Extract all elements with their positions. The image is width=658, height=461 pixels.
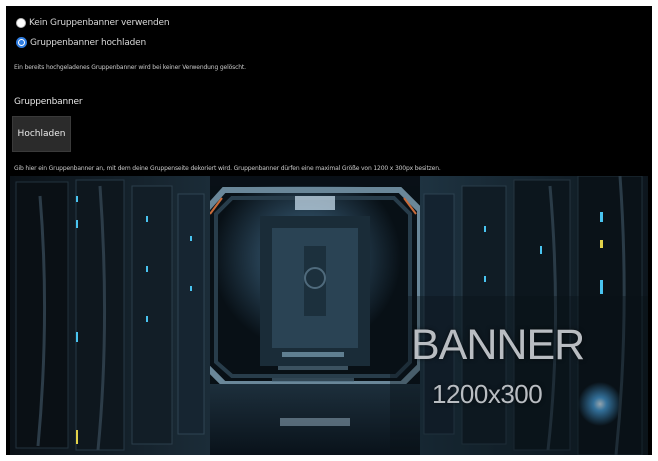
- section-label-group-banner: Gruppenbanner: [14, 97, 83, 107]
- radio-option-no-banner[interactable]: Kein Gruppenbanner verwenden: [16, 18, 170, 28]
- radio-button-checked[interactable]: [16, 37, 27, 48]
- radio-option-upload-banner[interactable]: Gruppenbanner hochladen: [16, 37, 146, 48]
- banner-preview-image: BANNER 1200x300: [10, 176, 648, 455]
- delete-hint: Ein bereits hochgeladenes Gruppenbanner …: [14, 64, 246, 71]
- group-banner-settings: Kein Gruppenbanner verwenden Gruppenbann…: [6, 6, 652, 455]
- banner-title-text: BANNER: [411, 321, 585, 369]
- radio-button-unchecked[interactable]: [16, 18, 26, 28]
- radio-label-upload-banner: Gruppenbanner hochladen: [30, 37, 147, 48]
- radio-label-no-banner: Kein Gruppenbanner verwenden: [29, 18, 170, 28]
- size-hint: Gib hier ein Gruppenbanner an, mit dem d…: [14, 165, 441, 172]
- upload-button[interactable]: Hochladen: [12, 116, 71, 152]
- banner-size-text: 1200x300: [432, 379, 543, 409]
- server-corridor-illustration: [10, 176, 648, 455]
